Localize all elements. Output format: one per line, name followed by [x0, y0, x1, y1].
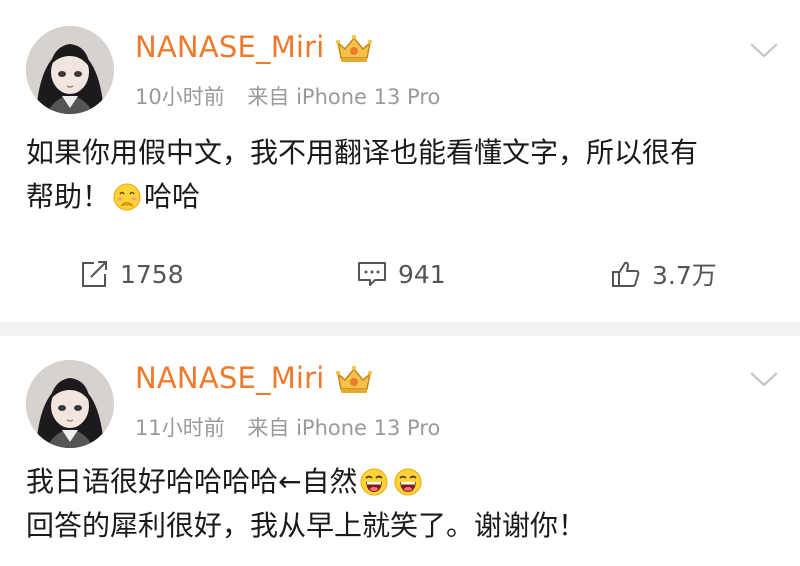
- post-text: 我日语很好哈哈哈哈←自然 回答的犀利很好，我从早上就笑了。谢谢你！: [26, 460, 786, 548]
- post-meta: 10小时前 来自 iPhone 13 Pro: [135, 81, 440, 111]
- repost-count: 1758: [120, 259, 184, 289]
- thumbs-up-icon: [612, 261, 640, 287]
- post-text-line: 帮助！ 哈哈: [26, 180, 201, 213]
- comment-button[interactable]: 941: [356, 254, 446, 294]
- avatar[interactable]: [26, 360, 114, 448]
- username[interactable]: NANASE_Miri: [135, 361, 325, 395]
- avatar[interactable]: [26, 26, 114, 114]
- post-text: 如果你用假中文，我不用翻译也能看懂文字，所以很有 帮助！ 哈哈: [26, 131, 786, 219]
- action-bar: 1758 941 3.7万: [0, 254, 800, 294]
- like-button[interactable]: 3.7万: [610, 254, 717, 294]
- username[interactable]: NANASE_Miri: [135, 30, 325, 64]
- post-text-line: 如果你用假中文，我不用翻译也能看懂文字，所以很有: [26, 136, 699, 169]
- like-count: 3.7万: [652, 261, 717, 290]
- post-text-line: 我日语很好哈哈哈哈←自然: [26, 460, 786, 504]
- post-text-line: 回答的犀利很好，我从早上就笑了。谢谢你！: [26, 509, 587, 542]
- comment-icon: [358, 262, 386, 286]
- repost-button[interactable]: 1758: [78, 254, 184, 294]
- chevron-down-icon[interactable]: [748, 369, 780, 389]
- post-divider: [0, 322, 800, 336]
- laughing-emoji: [360, 468, 388, 496]
- crown-vip-icon[interactable]: [335, 365, 373, 395]
- post-time: 11小时前: [135, 416, 225, 440]
- post-source[interactable]: 来自 iPhone 13 Pro: [247, 416, 440, 440]
- laughing-emoji: [394, 468, 422, 496]
- chevron-down-icon[interactable]: [748, 40, 780, 60]
- post-card[interactable]: NANASE_Miri 11小时前 来自 iPhone 13 Pro 我日语很好…: [0, 336, 800, 566]
- crown-vip-icon[interactable]: [335, 34, 373, 64]
- post-meta: 11小时前 来自 iPhone 13 Pro: [135, 412, 440, 442]
- post-time: 10小时前: [135, 85, 225, 109]
- comment-count: 941: [398, 259, 446, 289]
- post-source[interactable]: 来自 iPhone 13 Pro: [247, 85, 440, 109]
- shy-giggle-emoji: [113, 183, 141, 211]
- repost-icon: [82, 261, 107, 287]
- post-card[interactable]: NANASE_Miri 10小时前 来自 iPhone 13 Pro 如果你用假…: [0, 0, 800, 322]
